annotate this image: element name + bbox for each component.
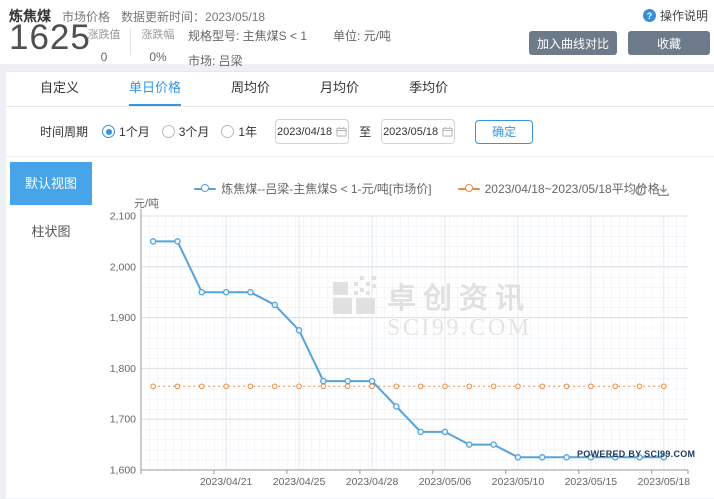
tab-custom[interactable]: 自定义 (40, 72, 79, 106)
radio-icon (102, 125, 115, 138)
x-axis-tick-label: 2023/05/15 (565, 476, 618, 488)
change-value: 0 (84, 50, 124, 64)
radio-1-year-label: 1年 (238, 123, 257, 140)
help-label: 操作说明 (660, 7, 708, 24)
change-pct-block: 涨跌幅 0% (138, 26, 178, 64)
current-price: 1625 (9, 18, 91, 58)
radio-1-month[interactable]: 1个月 (102, 123, 150, 140)
add-compare-button[interactable]: 加入曲线对比 (529, 31, 617, 55)
start-date-value: 2023/04/18 (277, 126, 332, 138)
chart-panel: 炼焦煤--吕梁-主焦煤S < 1-元/吨[市场价] 2023/04/18~202… (100, 156, 714, 498)
x-axis-tick-label: 2023/05/10 (492, 476, 545, 488)
period-label: 时间周期 (40, 123, 88, 140)
favorite-button[interactable]: 收藏 (628, 31, 710, 55)
legend-item-price-series[interactable]: 炼焦煤--吕梁-主焦煤S < 1-元/吨[市场价] (194, 180, 431, 197)
y-axis-title: 元/吨 (134, 197, 159, 210)
update-time-value: 2023/05/18 (205, 10, 265, 24)
line-marker-icon (458, 184, 480, 193)
y-axis-tick-label: 1,900 (110, 312, 136, 324)
watermark-brand: 卓创资讯 (387, 282, 531, 315)
x-axis-tick-label: 2023/04/21 (200, 476, 253, 488)
x-axis-tick-label: 2023/05/18 (638, 476, 691, 488)
change-value-block: 涨跌值 0 (84, 26, 124, 64)
y-axis-tick-label: 1,700 (110, 414, 136, 426)
question-icon: ? (643, 9, 656, 22)
y-axis-tick-label: 1,800 (110, 363, 136, 375)
legend-item-average-series[interactable]: 2023/04/18~2023/05/18平均价格 (458, 180, 660, 197)
sidebar-item-default-view[interactable]: 默认视图 (10, 162, 92, 205)
view-sidebar: 默认视图 柱状图 (6, 156, 100, 498)
start-date-input[interactable]: 2023/04/18 (275, 119, 349, 144)
radio-icon (162, 125, 175, 138)
to-label: 至 (359, 123, 371, 140)
radio-3-months-label: 3个月 (179, 123, 210, 140)
vertical-divider (130, 28, 131, 55)
change-value-label: 涨跌值 (84, 26, 124, 42)
update-time: 数据更新时间：2023/05/18 (121, 8, 265, 25)
change-pct: 0% (138, 50, 178, 64)
radio-1-year[interactable]: 1年 (221, 123, 257, 140)
spec-model: 规格型号: 主焦煤S < 1 (188, 27, 307, 44)
sidebar-item-bar-chart[interactable]: 柱状图 (10, 221, 92, 243)
main-card: 自定义 单日价格 周均价 月均价 季均价 时间周期 1个月 3个月 1年 202… (6, 71, 714, 498)
y-axis-tick-label: 2,100 (110, 211, 136, 223)
line-marker-icon (194, 184, 216, 193)
spec-block: 规格型号: 主焦煤S < 1 单位: 元/吨 市场: 吕梁 (188, 27, 391, 69)
x-axis-tick-label: 2023/04/28 (346, 476, 399, 488)
page: 炼焦煤 市场价格 数据更新时间：2023/05/18 1625 涨跌值 0 涨跌… (0, 0, 714, 498)
legend-label-price-series: 炼焦煤--吕梁-主焦煤S < 1-元/吨[市场价] (221, 180, 431, 197)
chart-grid (141, 216, 688, 470)
header-card: 炼焦煤 市场价格 数据更新时间：2023/05/18 1625 涨跌值 0 涨跌… (0, 0, 714, 64)
filter-bar: 时间周期 1个月 3个月 1年 2023/04/18 至 2023/05/18 (6, 107, 714, 157)
tab-quarterly-avg[interactable]: 季均价 (409, 72, 448, 106)
market-label: 市场: 吕梁 (188, 52, 391, 69)
radio-icon (221, 125, 234, 138)
unit-label: 单位: 元/吨 (333, 27, 391, 44)
tab-weekly-avg[interactable]: 周均价 (231, 72, 270, 106)
update-time-label: 数据更新时间： (121, 10, 205, 24)
x-axis-tick-label: 2023/05/06 (419, 476, 472, 488)
end-date-value: 2023/05/18 (383, 126, 438, 138)
tab-monthly-avg[interactable]: 月均价 (320, 72, 359, 106)
y-axis-tick-label: 2,000 (110, 261, 136, 273)
tabs-bar: 自定义 单日价格 周均价 月均价 季均价 (6, 72, 714, 107)
content-area: 默认视图 柱状图 炼焦煤--吕梁-主焦煤S < 1-元/吨[市场价] 2023/… (6, 156, 714, 498)
y-axis-tick-label: 1,600 (110, 465, 136, 477)
radio-1-month-label: 1个月 (119, 123, 150, 140)
powered-by-watermark: POWERED BY SCI99.COM (577, 449, 695, 459)
chart-legend: 炼焦煤--吕梁-主焦煤S < 1-元/吨[市场价] 2023/04/18~202… (140, 180, 714, 197)
end-date-input[interactable]: 2023/05/18 (381, 119, 455, 144)
confirm-button[interactable]: 确定 (475, 120, 533, 144)
calendar-icon (336, 126, 347, 137)
change-pct-label: 涨跌幅 (138, 26, 178, 42)
x-axis-tick-label: 2023/04/25 (273, 476, 326, 488)
calendar-icon (442, 126, 453, 137)
help-link[interactable]: ? 操作说明 (643, 7, 708, 24)
tab-daily-price[interactable]: 单日价格 (129, 72, 181, 106)
watermark-domain: SCI99.COM (387, 315, 532, 341)
radio-3-months[interactable]: 3个月 (162, 123, 210, 140)
price-chart[interactable]: 卓创资讯SCI99.COM 1,600 1,700 1,800 1,900 2,000 2,… (100, 196, 714, 499)
